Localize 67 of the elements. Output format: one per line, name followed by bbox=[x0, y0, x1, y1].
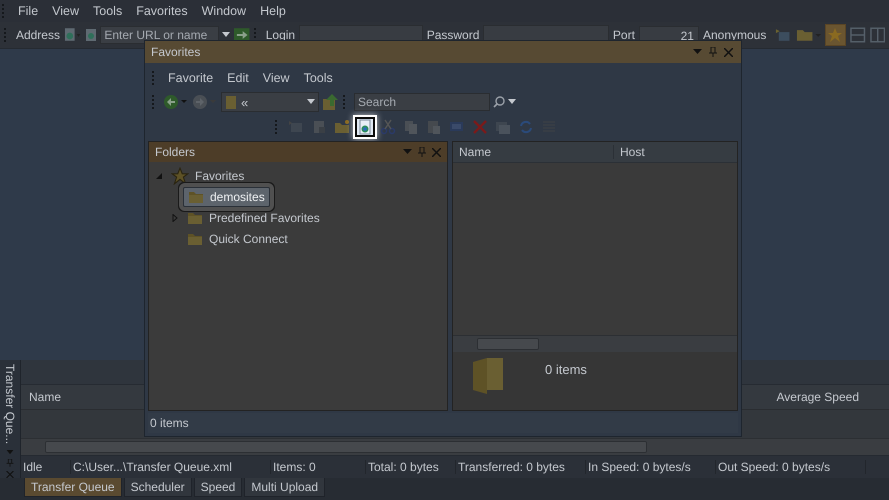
new-site-icon[interactable] bbox=[355, 117, 375, 137]
pane-title: Folders bbox=[155, 145, 196, 159]
port-label: Port bbox=[612, 28, 635, 42]
menu-item[interactable]: Tools bbox=[298, 71, 339, 85]
connect-icon[interactable] bbox=[774, 27, 792, 43]
tab[interactable]: Multi Upload bbox=[244, 478, 326, 497]
menu-item[interactable]: Favorite bbox=[162, 71, 220, 85]
tree-item[interactable]: Favorites bbox=[167, 166, 248, 186]
pin-icon[interactable] bbox=[709, 47, 717, 57]
globe-page-icon bbox=[85, 28, 98, 42]
column-header[interactable]: Name bbox=[29, 390, 62, 404]
status-text: In Speed: 0 bytes/s bbox=[586, 460, 716, 474]
up-folder-icon[interactable] bbox=[322, 93, 340, 111]
status-text: Total: 0 bytes bbox=[366, 460, 456, 474]
status-text: Items: 0 bbox=[271, 460, 366, 474]
globe-page-icon[interactable] bbox=[64, 27, 82, 43]
horizontal-layout-icon[interactable] bbox=[850, 27, 866, 43]
dropdown-icon[interactable] bbox=[307, 99, 315, 105]
status-text: Transferred: 0 bytes bbox=[456, 460, 586, 474]
favorites-toggle-icon[interactable] bbox=[824, 24, 846, 46]
status-text: C:\User...\Transfer Queue.xml bbox=[71, 460, 271, 474]
folder-icon bbox=[225, 94, 237, 110]
folder-icon[interactable] bbox=[796, 27, 821, 43]
folder-icon bbox=[471, 356, 505, 396]
menu-item[interactable]: Help bbox=[254, 4, 292, 18]
tab[interactable]: Speed bbox=[194, 478, 242, 497]
close-icon[interactable] bbox=[724, 48, 733, 56]
search-icon[interactable] bbox=[493, 96, 505, 108]
column-header[interactable]: Average Speed bbox=[776, 390, 881, 404]
path-field[interactable]: « bbox=[221, 92, 319, 112]
search-field[interactable]: Search bbox=[354, 93, 490, 111]
path-text: « bbox=[241, 94, 248, 110]
star-icon bbox=[171, 166, 189, 184]
status-text: 0 items bbox=[150, 416, 189, 430]
status-text: Out Speed: 0 bytes/s bbox=[716, 460, 866, 474]
pin-icon[interactable] bbox=[418, 147, 426, 157]
item-count: 0 items bbox=[545, 362, 587, 377]
close-icon[interactable] bbox=[6, 471, 14, 478]
menu-item[interactable]: Tools bbox=[87, 4, 128, 18]
vertical-layout-icon[interactable] bbox=[870, 27, 885, 43]
pin-icon[interactable] bbox=[6, 459, 14, 468]
tab[interactable]: Transfer Queue bbox=[24, 478, 122, 497]
column-header[interactable]: Host bbox=[614, 145, 651, 159]
horizontal-scrollbar[interactable] bbox=[21, 438, 889, 455]
collapse-icon[interactable] bbox=[155, 172, 163, 180]
tree-item[interactable]: Quick Connect bbox=[183, 230, 292, 248]
dropdown-icon[interactable] bbox=[508, 99, 516, 105]
tab[interactable]: Scheduler bbox=[124, 478, 192, 497]
column-header[interactable]: Name bbox=[453, 145, 614, 159]
dropdown-icon[interactable] bbox=[222, 32, 230, 38]
side-tab[interactable]: Transfer Que... bbox=[3, 362, 17, 446]
horizontal-scrollbar[interactable] bbox=[453, 335, 737, 352]
tree-item[interactable]: Predefined Favorites bbox=[183, 208, 324, 226]
anonymous-label[interactable]: Anonymous bbox=[702, 28, 766, 42]
close-icon[interactable] bbox=[432, 148, 441, 156]
window-title: Favorites bbox=[151, 45, 200, 59]
expand-icon[interactable] bbox=[171, 214, 179, 222]
password-label: Password bbox=[426, 28, 480, 42]
menu-item[interactable]: Window bbox=[196, 4, 252, 18]
menu-item[interactable]: View bbox=[46, 4, 86, 18]
back-icon[interactable] bbox=[163, 94, 189, 110]
menu-item[interactable]: Edit bbox=[221, 71, 255, 85]
menu-item[interactable]: Favorites bbox=[130, 4, 194, 18]
menu-item[interactable]: View bbox=[256, 71, 296, 85]
menu-item[interactable]: File bbox=[12, 4, 44, 18]
status-text: Idle bbox=[21, 460, 71, 474]
address-label: Address bbox=[16, 28, 60, 42]
